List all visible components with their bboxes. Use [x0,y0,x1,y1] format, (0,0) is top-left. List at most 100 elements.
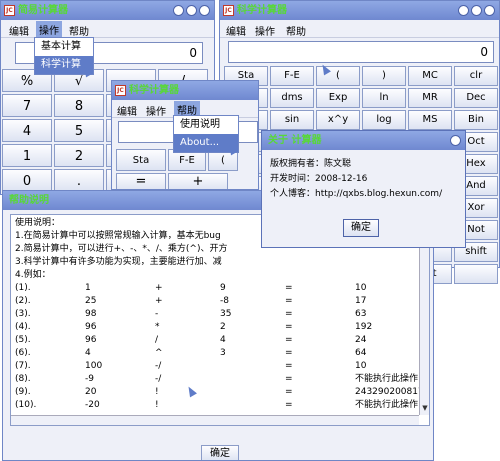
key-button[interactable]: 2 [54,144,104,167]
key-button[interactable]: x^y [316,110,360,130]
cell: 1 [85,283,91,293]
cell: 17 [355,296,367,306]
key-plus[interactable]: + [168,173,228,189]
key-button[interactable]: MR [408,88,452,108]
cell: + [155,283,163,293]
minimize-button[interactable] [173,5,184,16]
maximize-button[interactable] [471,5,482,16]
cell: -/ [155,374,162,384]
cell: (3). [15,309,31,319]
blog-text: 个人博客：http://qxbs.blog.hexun.com/ [270,189,443,199]
cell: 25 [85,296,97,306]
key-button[interactable]: clr [454,66,498,86]
table-row: (8). -9 -/ = 不能执行此操作 [15,373,429,386]
cell: 4 [85,348,91,358]
title-bar: JC 简易计算器 [1,1,214,20]
key-button[interactable]: 4 [2,119,52,142]
table-row: (4). 96 * 2 = 192 [15,321,429,334]
key-button[interactable]: Exp [316,88,360,108]
key-button[interactable]: log [362,110,406,130]
cell: (1). [15,283,31,293]
ok-button[interactable]: 确定 [201,445,239,460]
window-title: 科学计算器 [129,85,179,96]
title-bar: JC 科学计算器 [112,81,258,100]
table-row: (1). 1 +9 = 10 [15,282,429,295]
maximize-button[interactable] [186,5,197,16]
cell: = [285,400,293,410]
date-text: 开发时间：2008-12-16 [270,174,368,184]
key-button[interactable]: MS [408,110,452,130]
cell: (2). [15,296,31,306]
cell: ! [155,387,159,397]
ok-button[interactable]: 确定 [343,219,379,237]
owner-text: 版权拥有者：陈文聪 [270,159,352,169]
key-button[interactable]: Bin [454,110,498,130]
key-button[interactable]: 7 [2,94,52,117]
key-button[interactable]: . [54,169,104,192]
window-title: 简易计算器 [18,5,68,16]
cell: 96 [85,335,97,345]
key-button[interactable]: F-E [270,66,314,86]
cell: 20 [85,387,97,397]
menu-operate[interactable]: 操作 [36,21,62,38]
menu-edit[interactable]: 编辑 [117,103,137,118]
window-title: 科学计算器 [237,5,287,16]
cell: (8). [15,374,31,384]
menu-operate[interactable]: 操作 [146,103,166,118]
menu-edit[interactable]: 编辑 [9,23,29,38]
cell: = [285,361,293,371]
cell: (9). [15,387,31,397]
app-icon: JC [223,5,234,16]
cell: = [285,322,293,332]
key-button[interactable]: MC [408,66,452,86]
key-equals[interactable]: = [116,173,166,189]
cell: 192 [355,322,373,332]
cell: -/ [155,361,162,371]
cell: ! [155,400,159,410]
cell: -9 [85,374,94,384]
key-button[interactable]: 8 [54,94,104,117]
title-bar: 关于 计算器 [262,131,465,150]
cell: 4 [220,335,226,345]
cell: = [285,335,293,345]
app-icon: JC [115,85,126,96]
cell: (6). [15,348,31,358]
key-button[interactable]: Dec [454,88,498,108]
menu-bar: 编辑 操作 帮助 [1,20,214,38]
menu-edit[interactable]: 编辑 [226,23,246,38]
cell: / [155,335,159,345]
app-icon: JC [4,5,15,16]
close-button[interactable] [450,135,461,146]
menu-item-usage[interactable]: 使用说明 [174,116,238,134]
key-button[interactable]: ln [362,88,406,108]
key-button[interactable]: ) [362,66,406,86]
menu-help[interactable]: 帮助 [286,23,306,38]
key-button[interactable]: sin [270,110,314,130]
cell: 3 [220,348,226,358]
horizontal-scrollbar[interactable] [11,415,419,425]
cell: 10 [355,361,367,371]
key-sta[interactable]: Sta [116,149,166,171]
cell: 98 [85,309,97,319]
table-row: (2). 25 + -8 = 17 [15,295,429,308]
cell: + [155,296,163,306]
key-button[interactable]: 1 [2,144,52,167]
key-button[interactable] [454,264,498,284]
key-button[interactable]: 0 [2,169,52,192]
cell: 100 [85,361,103,371]
help-line: 3.科学计算中有许多功能为实现，主要能进行加、减 [15,257,222,267]
menu-item-basic[interactable]: 基本计算 [35,38,93,56]
help-line: 4.例如： [15,270,51,280]
menu-help[interactable]: 帮助 [69,23,89,38]
key-button[interactable]: dms [270,88,314,108]
cell: 35 [220,309,232,319]
minimize-button[interactable] [458,5,469,16]
cell: 96 [85,322,97,332]
menu-operate[interactable]: 操作 [255,23,275,38]
key-button[interactable]: 5 [54,119,104,142]
close-button[interactable] [484,5,495,16]
table-row: (10). -20! = 不能执行此操作 [15,399,429,412]
cell: (10). [15,400,37,410]
cell: 63 [355,309,367,319]
close-button[interactable] [199,5,210,16]
